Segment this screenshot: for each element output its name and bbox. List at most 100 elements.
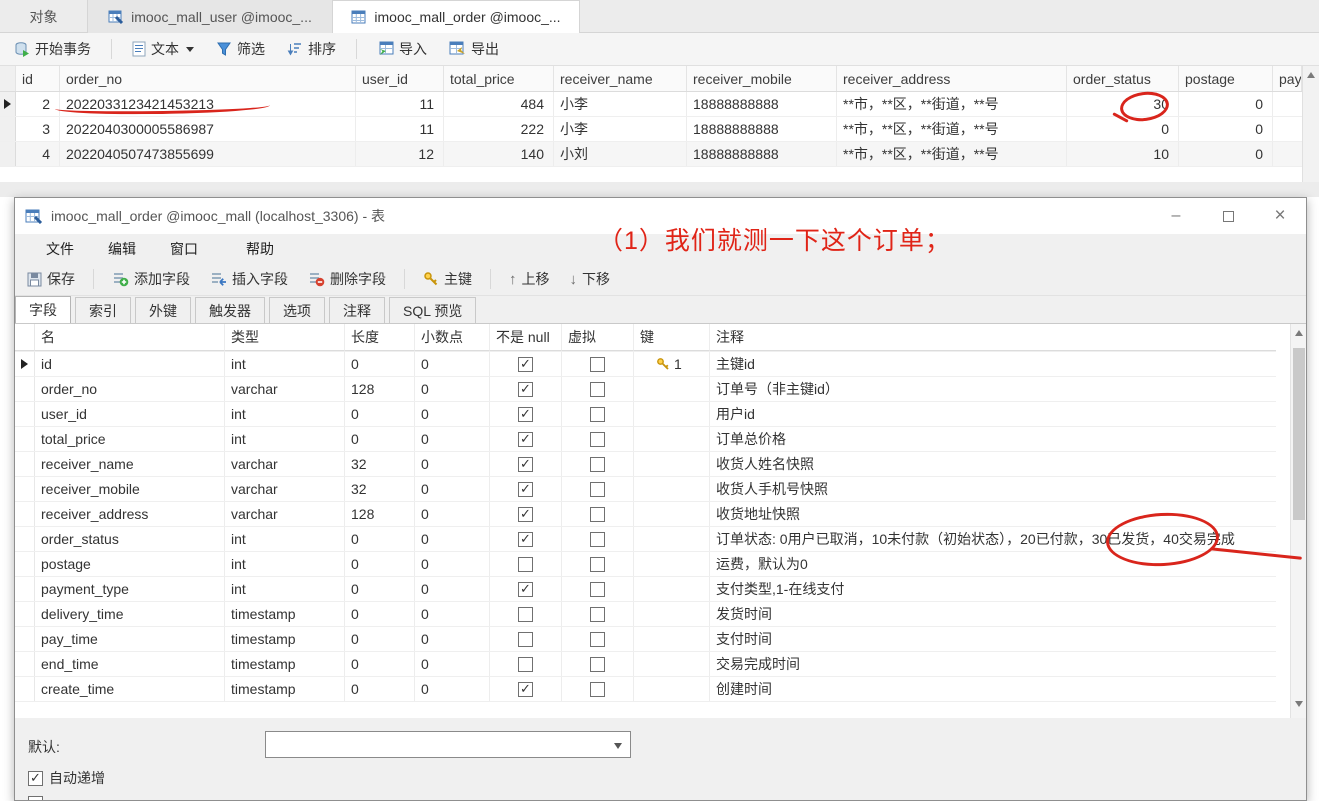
col-header-decimals[interactable]: 小数点 [415, 324, 490, 351]
delete-field-button[interactable]: 删除字段 [302, 266, 392, 292]
menu-window[interactable]: 窗口 [153, 234, 215, 263]
col-header-total-price[interactable]: total_price [444, 66, 554, 91]
menu-file[interactable]: 文件 [29, 234, 91, 263]
virtual-checkbox[interactable] [590, 656, 605, 672]
not-null-checkbox[interactable] [518, 431, 533, 447]
data-row[interactable]: 4 2022040507473855699 12 140 小刘 18888888… [0, 142, 1302, 167]
col-header-comment[interactable]: 注释 [710, 324, 1276, 351]
not-null-checkbox[interactable] [518, 656, 533, 672]
not-null-checkbox[interactable] [518, 356, 533, 372]
grid-vertical-scrollbar[interactable] [1302, 66, 1319, 182]
tab-imooc-mall-user[interactable]: imooc_mall_user @imooc_... [88, 0, 333, 33]
data-row[interactable]: 2 2022033123421453213 11 484 小李 18888888… [0, 92, 1302, 117]
field-row[interactable]: receiver_namevarchar320收货人姓名快照 [15, 452, 1276, 477]
move-up-button[interactable]: ↑ 上移 [503, 266, 556, 292]
col-header-id[interactable]: id [16, 66, 60, 91]
field-row[interactable]: receiver_mobilevarchar320收货人手机号快照 [15, 477, 1276, 502]
menu-help[interactable]: 帮助 [229, 234, 291, 263]
not-null-checkbox[interactable] [518, 531, 533, 547]
sort-button[interactable]: 排序 [281, 36, 342, 62]
virtual-checkbox[interactable] [590, 631, 605, 647]
scrollbar-thumb[interactable] [1293, 348, 1305, 520]
primary-key-button[interactable]: 主键 [417, 266, 478, 292]
insert-field-button[interactable]: 插入字段 [204, 266, 294, 292]
not-null-checkbox[interactable] [518, 506, 533, 522]
virtual-checkbox[interactable] [590, 581, 605, 597]
field-row[interactable]: pay_time timestamp 0 0 支付时间 [15, 627, 1276, 652]
virtual-checkbox[interactable] [590, 406, 605, 422]
filter-button[interactable]: 筛选 [210, 36, 271, 62]
col-header-user-id[interactable]: user_id [356, 66, 444, 91]
field-row[interactable]: user_idint00用户id [15, 402, 1276, 427]
menu-edit[interactable]: 编辑 [91, 234, 153, 263]
field-row[interactable]: create_timetimestamp00创建时间 [15, 677, 1276, 702]
field-row[interactable]: postage int 0 0 运费，默认为0 [15, 552, 1276, 577]
virtual-checkbox[interactable] [590, 356, 605, 372]
col-header-receiver-address[interactable]: receiver_address [837, 66, 1067, 91]
grid-horizontal-scrollbar[interactable] [0, 182, 1319, 197]
field-row[interactable]: total_priceint00订单总价格 [15, 427, 1276, 452]
field-row[interactable]: delivery_time timestamp 0 0 发货时间 [15, 602, 1276, 627]
not-null-checkbox[interactable] [518, 381, 533, 397]
default-value-combobox[interactable] [265, 731, 631, 758]
virtual-checkbox[interactable] [590, 456, 605, 472]
virtual-checkbox[interactable] [590, 506, 605, 522]
data-row[interactable]: 3 2022040300005586987 11 222 小李 18888888… [0, 117, 1302, 142]
not-null-checkbox[interactable] [518, 606, 533, 622]
col-header-name[interactable]: 名 [35, 324, 225, 351]
virtual-checkbox[interactable] [590, 481, 605, 497]
export-button[interactable]: 导出 [443, 36, 505, 62]
tab-options[interactable]: 选项 [269, 297, 325, 323]
tab-fields[interactable]: 字段 [15, 296, 71, 323]
not-null-checkbox[interactable] [518, 631, 533, 647]
not-null-checkbox[interactable] [518, 581, 533, 597]
tab-sql-preview[interactable]: SQL 预览 [389, 297, 477, 323]
not-null-checkbox[interactable] [518, 456, 533, 472]
tab-comment[interactable]: 注释 [329, 297, 385, 323]
field-row[interactable]: order_statusint00订单状态: 0用户已取消，10未付款（初始状态… [15, 527, 1276, 552]
virtual-checkbox[interactable] [590, 606, 605, 622]
col-header-type[interactable]: 类型 [225, 324, 345, 351]
minimize-button[interactable]: – [1150, 198, 1202, 234]
save-button[interactable]: 保存 [21, 266, 81, 292]
dialog-title-bar[interactable]: imooc_mall_order @imooc_mall (localhost_… [15, 198, 1306, 234]
add-field-button[interactable]: 添加字段 [106, 266, 196, 292]
partial-checkbox[interactable] [28, 796, 43, 800]
auto-increment-checkbox[interactable] [28, 770, 43, 786]
field-row[interactable]: end_time timestamp 0 0 交易完成时间 [15, 652, 1276, 677]
col-header-length[interactable]: 长度 [345, 324, 415, 351]
col-header-order-no[interactable]: order_no [60, 66, 356, 91]
col-header-postage[interactable]: postage [1179, 66, 1273, 91]
col-header-receiver-name[interactable]: receiver_name [554, 66, 687, 91]
not-null-checkbox[interactable] [518, 681, 533, 697]
tab-foreign-keys[interactable]: 外键 [135, 297, 191, 323]
col-header-virtual[interactable]: 虚拟 [562, 324, 634, 351]
tab-objects[interactable]: 对象 [0, 0, 88, 33]
virtual-checkbox[interactable] [590, 531, 605, 547]
import-button[interactable]: 导入 [371, 36, 433, 62]
not-null-checkbox[interactable] [518, 481, 533, 497]
tab-triggers[interactable]: 触发器 [195, 297, 265, 323]
virtual-checkbox[interactable] [590, 381, 605, 397]
virtual-checkbox[interactable] [590, 681, 605, 697]
field-row[interactable]: order_novarchar1280订单号（非主键id） [15, 377, 1276, 402]
close-button[interactable]: × [1254, 198, 1306, 234]
field-grid-scrollbar[interactable] [1290, 324, 1306, 718]
maximize-button[interactable] [1202, 198, 1254, 234]
field-row[interactable]: receiver_addressvarchar1280收货地址快照 [15, 502, 1276, 527]
move-down-button[interactable]: ↓ 下移 [564, 266, 617, 292]
col-header-receiver-mobile[interactable]: receiver_mobile [687, 66, 837, 91]
tab-imooc-mall-order[interactable]: imooc_mall_order @imooc_... [333, 0, 580, 33]
field-row[interactable]: idint001主键id [15, 352, 1276, 377]
col-header-key[interactable]: 键 [634, 324, 710, 351]
not-null-checkbox[interactable] [518, 406, 533, 422]
virtual-checkbox[interactable] [590, 431, 605, 447]
text-view-button[interactable]: 文本 [126, 36, 200, 62]
tab-indexes[interactable]: 索引 [75, 297, 131, 323]
virtual-checkbox[interactable] [590, 556, 605, 572]
col-header-order-status[interactable]: order_status [1067, 66, 1179, 91]
col-header-not-null[interactable]: 不是 null [490, 324, 562, 351]
begin-transaction-button[interactable]: 开始事务 [8, 36, 97, 62]
col-header-pay[interactable]: pay [1273, 66, 1302, 91]
not-null-checkbox[interactable] [518, 556, 533, 572]
